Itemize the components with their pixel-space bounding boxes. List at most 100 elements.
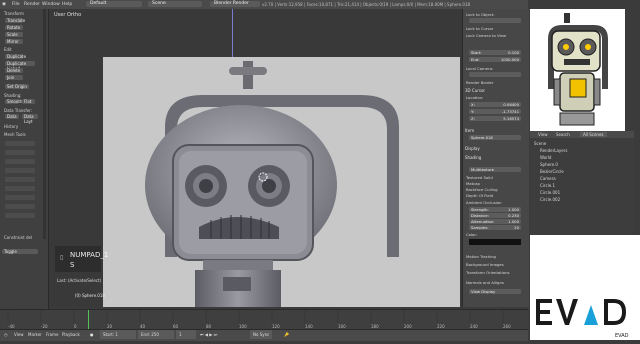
- lock-object-field[interactable]: [469, 18, 521, 23]
- outliner-scope-selector[interactable]: All Scenes: [580, 132, 607, 137]
- local-camera-label: Local Camera:: [466, 66, 494, 71]
- outliner-header: View Search All Scenes: [530, 131, 634, 138]
- set-origin-button[interactable]: Set Origin: [5, 84, 29, 89]
- record-icon[interactable]: ●: [90, 330, 94, 339]
- duplicate-linked-button[interactable]: Duplicate Linked: [5, 61, 35, 71]
- transform-header[interactable]: Transform: [4, 11, 24, 16]
- outliner-item[interactable]: Circle.001: [540, 190, 560, 195]
- outliner-item[interactable]: RenderLayers: [540, 148, 567, 153]
- blender-icon[interactable]: ◉: [2, 2, 6, 7]
- logo-subtext: EVAD: [615, 333, 629, 339]
- outliner-view-menu[interactable]: View: [538, 132, 548, 137]
- lock-camera-checkbox[interactable]: Lock Camera to View: [466, 33, 522, 38]
- render-border-checkbox[interactable]: Render Border: [466, 80, 522, 85]
- menu-window[interactable]: Window: [42, 2, 60, 7]
- end-frame-field[interactable]: End: 250: [138, 330, 174, 339]
- shading-label: Shading:: [4, 93, 22, 98]
- outliner-item[interactable]: Circle.002: [540, 197, 560, 202]
- cursor-x-field[interactable]: X: 0.06400: [469, 102, 521, 107]
- join-button[interactable]: Join: [5, 75, 23, 80]
- menu-help[interactable]: Help: [62, 2, 72, 7]
- data-layout-button[interactable]: Data Layt: [22, 114, 38, 124]
- history-header[interactable]: History: [4, 124, 18, 129]
- translate-button[interactable]: Translate: [5, 18, 25, 23]
- timeline-playback-menu[interactable]: Playback: [62, 330, 80, 339]
- scale-button[interactable]: Scale: [5, 32, 23, 37]
- delete-button[interactable]: Delete: [5, 68, 23, 73]
- lock-to-cursor-checkbox[interactable]: Lock to Cursor: [466, 26, 522, 31]
- toggle-dropdown[interactable]: Toggle: [2, 249, 38, 254]
- outliner-item[interactable]: Scene: [534, 141, 546, 146]
- layout-selector[interactable]: Default: [86, 1, 142, 7]
- transform-orientations-header[interactable]: Transform Orientations: [466, 270, 522, 275]
- multitexture-dropdown[interactable]: Multitexture: [469, 167, 521, 172]
- cursor-y-field[interactable]: Y: -1.73741: [469, 109, 521, 114]
- timeline-frame-menu[interactable]: Frame: [46, 330, 58, 339]
- view-display-button[interactable]: View Display: [469, 289, 521, 294]
- outliner-item[interactable]: BezierCircle: [540, 169, 564, 174]
- numpad-key-sub: S: [70, 261, 75, 269]
- textured-solid-checkbox[interactable]: Textured Solid: [466, 175, 522, 180]
- robot-reference-drawing: [548, 13, 608, 126]
- menu-file[interactable]: File: [12, 2, 20, 7]
- outliner-item[interactable]: Sphere.0: [540, 162, 558, 167]
- 3d-cursor-header[interactable]: 3D Cursor: [465, 88, 525, 93]
- normals-header[interactable]: Normals and Alligns: [466, 280, 522, 285]
- numpad-key-label: NUMPAD_1: [70, 251, 109, 259]
- outliner-item[interactable]: World: [540, 155, 551, 160]
- rotate-button[interactable]: Rotate: [5, 25, 23, 30]
- sync-mode-dropdown[interactable]: No Sync: [250, 330, 273, 339]
- render-region[interactable]: [103, 57, 460, 307]
- timeline[interactable]: -40 -20 0 20 40 60 80 100 120 140 160 180 200 220 240 2…: [0, 309, 528, 330]
- ambient-occlusion-checkbox[interactable]: Ambient Occlusion: [466, 200, 522, 205]
- outliner-item[interactable]: Circle.1: [540, 183, 555, 188]
- item-header[interactable]: Item: [465, 128, 525, 133]
- playback-controls[interactable]: ⏮ ◀ ▶ ⏭: [200, 330, 217, 339]
- start-frame-label: Start:: [103, 332, 115, 337]
- item-name-field[interactable]: Sphere.018: [469, 135, 521, 140]
- depth-of-field-checkbox[interactable]: Depth Of Field: [466, 193, 522, 198]
- clip-end-label: End:: [471, 57, 480, 62]
- screencast-key-overlay: ▯ NUMPAD_1 S: [55, 246, 108, 272]
- clip-end-value: 1000.000: [500, 57, 519, 62]
- ao-attenuation-field[interactable]: Attenuation: 1.000: [469, 219, 521, 224]
- clock-icon[interactable]: ◷: [4, 330, 8, 339]
- scene-selector[interactable]: Scene: [148, 1, 202, 7]
- duplicate-button[interactable]: Duplicate: [5, 54, 26, 59]
- edit-header[interactable]: Edit: [4, 47, 12, 52]
- ao-color-swatch[interactable]: [469, 239, 521, 245]
- active-object-name: (0) Sphere.018: [75, 293, 105, 298]
- flat-button[interactable]: Flat: [22, 99, 35, 104]
- timeline-view-menu[interactable]: View: [14, 330, 24, 339]
- shading-header[interactable]: Shading: [465, 155, 525, 160]
- clip-end-field[interactable]: End: 1000.000: [469, 57, 521, 62]
- greyed-tool-list: [4, 141, 38, 227]
- mesh-tools-header[interactable]: Mesh Tools: [4, 132, 26, 137]
- ao-samples-field[interactable]: Samples: 20: [469, 225, 521, 230]
- keying-icon[interactable]: 🔑: [284, 330, 289, 339]
- ao-distance-field[interactable]: Distance: 0.230: [469, 213, 521, 218]
- display-header[interactable]: Display: [465, 146, 525, 151]
- motion-tracking-checkbox[interactable]: Motion Tracking: [466, 254, 522, 259]
- ao-color-label: Color:: [466, 232, 478, 237]
- data-button[interactable]: Data: [5, 114, 19, 119]
- clip-start-field[interactable]: Start: 0.100: [469, 50, 521, 55]
- reference-image: [530, 9, 625, 131]
- current-frame-field[interactable]: 1: [176, 330, 196, 339]
- tool-shelf-scrollbar[interactable]: [43, 9, 46, 239]
- outliner-search-menu[interactable]: Search: [556, 132, 570, 137]
- matcap-checkbox[interactable]: Matcap: [466, 181, 522, 186]
- engine-selector[interactable]: Blender Render: [210, 1, 260, 7]
- mirror-button[interactable]: Mirror: [5, 39, 23, 44]
- background-images-checkbox[interactable]: Background Images: [466, 262, 522, 267]
- ao-strength-field[interactable]: Strength: 1.000: [469, 207, 521, 212]
- current-frame-marker[interactable]: [88, 310, 89, 330]
- local-camera-field[interactable]: [469, 72, 521, 77]
- cursor-z-field[interactable]: Z: 5.16574: [469, 116, 521, 121]
- backface-culling-checkbox[interactable]: Backface Culling: [466, 187, 522, 192]
- smooth-button[interactable]: Smooth: [5, 99, 22, 104]
- outliner-item[interactable]: Camera: [540, 176, 556, 181]
- start-frame-field[interactable]: Start: 1: [100, 330, 136, 339]
- menu-render[interactable]: Render: [24, 2, 40, 7]
- timeline-marker-menu[interactable]: Marker: [28, 330, 42, 339]
